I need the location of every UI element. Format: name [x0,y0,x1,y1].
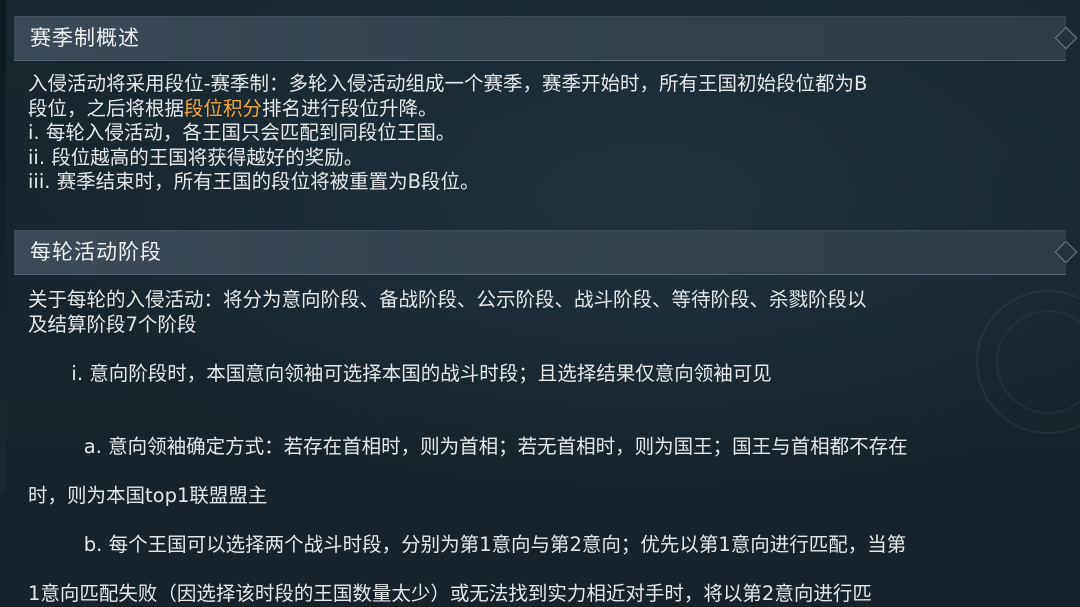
body-line: ii. 段位越高的王国将获得越好的奖励。 [28,146,1052,171]
body-text: i. 意向阶段时，本国意向领袖可选择本国的战斗时段；且选择结果仅意向领袖可见 [65,361,772,385]
body-line: 入侵活动将采用段位-赛季制：多轮入侵活动组成一个赛季，赛季开始时，所有王国初始段… [28,72,1052,97]
body-line: 及结算阶段7个阶段 [28,313,1052,338]
section-body-round-phases: 关于每轮的入侵活动：将分为意向阶段、备战阶段、公示阶段、战斗阶段、等待阶段、杀戮… [28,288,1052,607]
body-text: 及结算阶段7个阶段 [28,312,197,336]
body-text: iii. 赛季结束时，所有王国的段位将被重置为B段位。 [28,170,480,193]
body-line: iii. 赛季结束时，所有王国的段位将被重置为B段位。 [28,170,1052,195]
body-text: a. 意向领袖确定方式：若存在首相时，则为首相；若无首相时，则为国王；国王与首相… [65,435,908,458]
body-line: b. 每个王国可以选择两个战斗时段，分别为第1意向与第2意向；优先以第1意向进行… [28,509,1052,583]
body-text: ii. 段位越高的王国将获得越好的奖励。 [28,145,364,169]
section-header-round-phases: 每轮活动阶段 [14,230,1078,275]
rules-panel: 赛季制概述 入侵活动将采用段位-赛季制：多轮入侵活动组成一个赛季，赛季开始时，所… [0,0,1080,605]
diamond-ornament-icon [1054,240,1078,264]
body-line: i. 意向阶段时，本国意向领袖可选择本国的战斗时段；且选择结果仅意向领袖可见 [28,337,1052,411]
body-text: 段位，之后将根据 [28,96,185,120]
section-header-season-overview: 赛季制概述 [14,16,1078,61]
body-line: 关于每轮的入侵活动：将分为意向阶段、备战阶段、公示阶段、战斗阶段、等待阶段、杀戮… [28,288,1052,313]
body-line: 段位，之后将根据段位积分排名进行段位升降。 [28,97,1052,122]
diamond-ornament-icon [1054,26,1078,50]
body-text: 排名进行段位升降。 [262,96,438,120]
body-text: 入侵活动将采用段位-赛季制：多轮入侵活动组成一个赛季，赛季开始时，所有王国初始段… [28,72,868,95]
body-text: 1意向匹配失败（因选择该时段的王国数量太少）或无法找到实力相近对手时，将以第2意… [28,582,872,605]
body-line: 时，则为本国top1联盟盟主 [28,484,1052,509]
body-text: 时，则为本国top1联盟盟主 [28,484,268,507]
section-body-season-overview: 入侵活动将采用段位-赛季制：多轮入侵活动组成一个赛季，赛季开始时，所有王国初始段… [28,72,1052,195]
body-text: b. 每个王国可以选择两个战斗时段，分别为第1意向与第2意向；优先以第1意向进行… [65,533,907,556]
body-text: i. 每轮入侵活动，各王国只会匹配到同段位王国。 [28,121,456,144]
section-title: 赛季制概述 [30,26,140,50]
highlight-text: 段位积分 [184,96,263,120]
body-line: 1意向匹配失败（因选择该时段的王国数量太少）或无法找到实力相近对手时，将以第2意… [28,582,1052,607]
body-line: a. 意向领袖确定方式：若存在首相时，则为首相；若无首相时，则为国王；国王与首相… [28,411,1052,485]
body-text: 关于每轮的入侵活动：将分为意向阶段、备战阶段、公示阶段、战斗阶段、等待阶段、杀戮… [28,288,867,311]
section-title: 每轮活动阶段 [30,240,162,264]
body-line: i. 每轮入侵活动，各王国只会匹配到同段位王国。 [28,121,1052,146]
